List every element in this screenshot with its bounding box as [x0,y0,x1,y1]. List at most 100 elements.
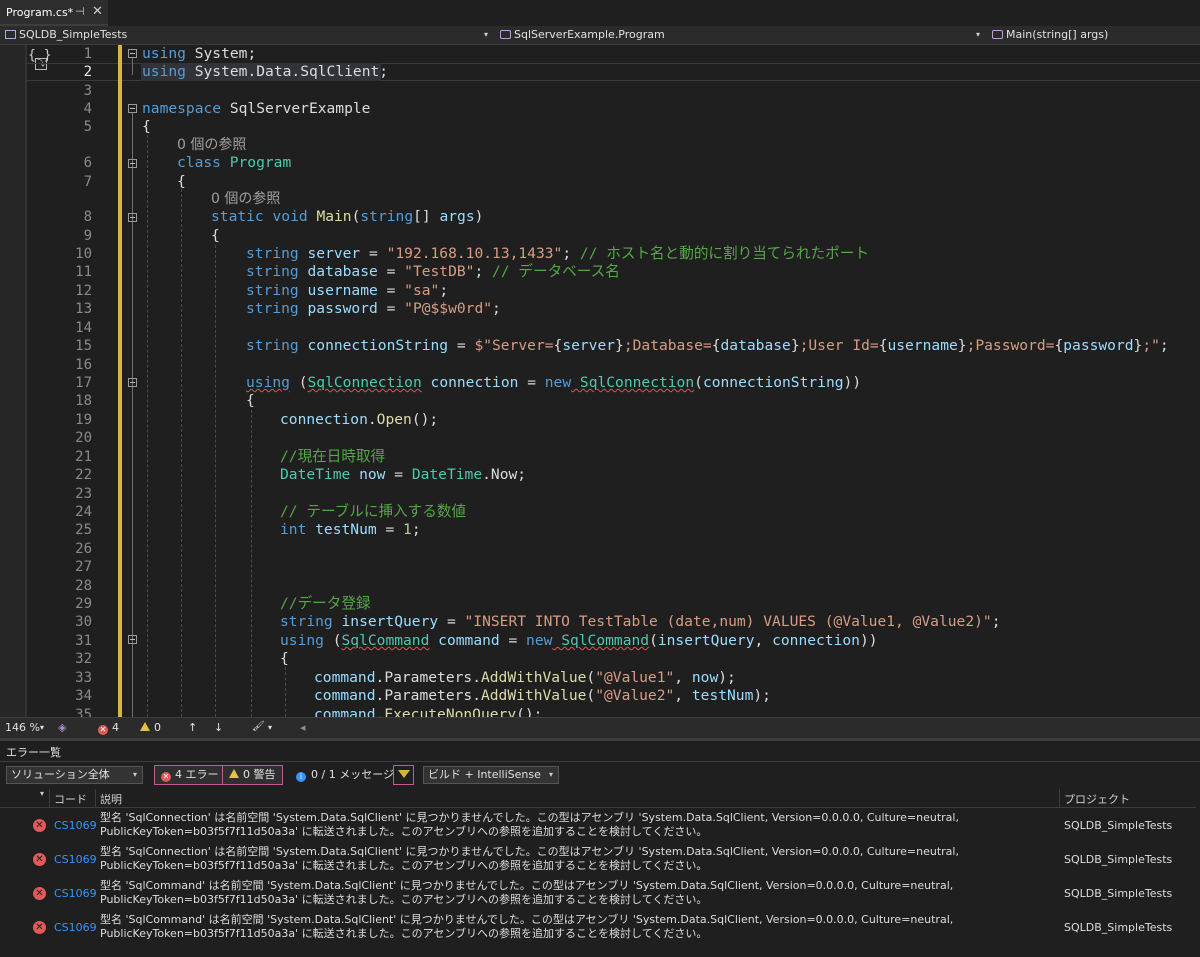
table-row[interactable]: ✕ CS1069 型名 'SqlConnection' は名前空間 'Syste… [0,843,1196,877]
code-line-9[interactable]: { [211,227,220,245]
codelens-references[interactable]: 0 個の参照 [211,190,280,208]
column-separator[interactable] [49,789,50,807]
code-line-24[interactable]: // テーブルに挿入する数値 [280,503,466,521]
line-number: 9 [83,228,92,244]
error-code-link[interactable]: CS1069 [54,853,97,866]
line-number: 15 [75,338,92,354]
collapse-icon[interactable] [128,213,137,222]
code-cleanup-icon[interactable]: 🖌 [252,721,265,732]
code-line-21[interactable]: //現在日時取得 [280,448,385,466]
code-editor[interactable]: { } ⤵ 1 2 3 4 5 6 7 8 9 10 11 12 13 14 15 16 17 18 19 20 21 2… [0,45,1200,717]
previous-issue-button[interactable]: ↑ [188,721,197,734]
class-icon [500,30,511,39]
code-line-2[interactable]: using System.Data.SqlClient; [142,63,388,81]
chevron-down-icon[interactable]: ▾ [40,723,44,732]
line-number: 34 [75,688,92,704]
code-line-6[interactable]: class Program [177,154,291,172]
class-dropdown[interactable]: SqlServerExample.Program [500,26,665,44]
code-line-34[interactable]: command.Parameters.AddWithValue("@Value2… [314,687,771,705]
code-line-15[interactable]: string connectionString = $"Server={serv… [246,337,1169,355]
column-header-code[interactable]: コード [54,791,87,807]
collapse-icon[interactable] [128,378,137,387]
indent-guide [285,667,286,717]
code-line-10[interactable]: string server = "192.168.10.13,1433"; //… [246,245,869,263]
chevron-down-icon[interactable]: ▾ [484,26,488,44]
error-project: SQLDB_SimpleTests [1064,819,1173,832]
warning-count-indicator[interactable]: 0 [140,721,161,734]
error-code-link[interactable]: CS1069 [54,819,97,832]
member-dropdown[interactable]: Main(string[] args) [992,26,1108,44]
error-list-title: エラー一覧 [6,746,61,759]
line-number: 5 [83,119,92,135]
code-line-4[interactable]: namespace SqlServerExample [142,100,370,118]
warning-icon [229,769,239,778]
error-count-indicator[interactable]: ✕ 4 [98,721,119,735]
chevron-down-icon[interactable]: ▾ [268,723,272,732]
messages-filter-button[interactable]: i0 / 1 メッセージ [289,765,401,785]
code-line-1[interactable]: using System; [142,45,256,63]
code-line-32[interactable]: { [280,650,289,668]
build-scope-value: ビルド + IntelliSense [428,768,541,781]
next-issue-button[interactable]: ↓ [214,721,223,734]
column-header-description[interactable]: 説明 [100,791,122,807]
errors-filter-button[interactable]: ✕ 4 エラー [154,765,226,785]
line-number: 33 [75,670,92,686]
column-separator[interactable] [1059,789,1060,807]
table-row[interactable]: ✕ CS1069 型名 'SqlCommand' は名前空間 'System.D… [0,911,1196,945]
sort-icon[interactable]: ▾ [40,789,44,798]
line-number: 16 [75,357,92,373]
error-icon: ✕ [33,921,46,934]
code-line-19[interactable]: connection.Open(); [280,411,438,429]
code-line-11[interactable]: string database = "TestDB"; // データベース名 [246,263,620,281]
code-line-29[interactable]: //データ登録 [280,595,371,613]
code-line-13[interactable]: string password = "P@$$w0rd"; [246,300,501,318]
code-line-12[interactable]: string username = "sa"; [246,282,448,300]
code-line-33[interactable]: command.Parameters.AddWithValue("@Value1… [314,669,736,687]
line-number: 18 [75,393,92,409]
zoom-level[interactable]: 146 % [5,721,40,734]
error-description: 型名 'SqlConnection' は名前空間 'System.Data.Sq… [100,845,959,872]
code-line-17[interactable]: using (SqlConnection connection = new Sq… [246,374,861,392]
error-icon: ✕ [161,772,171,782]
chevron-down-icon[interactable]: ▾ [976,26,980,44]
tab-program-cs[interactable]: Program.cs* ⊣ ✕ [0,0,108,26]
divider [0,761,1200,762]
code-line-8[interactable]: static void Main(string[] args) [211,208,483,226]
line-number: 10 [75,246,92,262]
table-row[interactable]: ✕ CS1069 型名 'SqlConnection' は名前空間 'Syste… [0,809,1196,843]
error-description: 型名 'SqlConnection' は名前空間 'System.Data.Sq… [100,811,959,838]
code-line-31[interactable]: using (SqlCommand command = new SqlComma… [280,632,878,650]
code-line-22[interactable]: DateTime now = DateTime.Now; [280,466,526,484]
collapse-icon[interactable] [128,104,137,113]
warnings-filter-button[interactable]: 0 警告 [222,765,283,785]
indent-guide [181,189,182,717]
line-number: 27 [75,559,92,575]
copilot-icon[interactable]: ◈ [58,721,66,734]
build-scope-dropdown[interactable]: ビルド + IntelliSense ▾ [423,766,559,784]
code-line-5[interactable]: { [142,118,151,136]
line-number: 17 [75,375,92,391]
change-tracking-bar [118,45,122,717]
collapse-icon[interactable] [128,635,137,644]
code-line-25[interactable]: int testNum = 1; [280,521,421,539]
column-header-project[interactable]: プロジェクト [1064,791,1130,807]
filter-icon[interactable] [393,765,414,785]
collapse-icon[interactable] [128,49,137,58]
chevron-down-icon: ▾ [548,770,553,779]
code-line-18[interactable]: { [246,392,255,410]
table-row[interactable]: ✕ CS1069 型名 'SqlCommand' は名前空間 'System.D… [0,877,1196,911]
code-line-7[interactable]: { [177,173,186,191]
error-code-link[interactable]: CS1069 [54,887,97,900]
collapse-icon[interactable] [128,159,137,168]
pin-icon[interactable]: ⊣ [75,5,85,18]
scope-dropdown[interactable]: ソリューション全体 ▾ [6,766,143,784]
code-line-35[interactable]: command.ExecuteNonQuery(); [314,706,542,717]
scroll-left-icon[interactable]: ◂ [300,721,306,734]
codelens-references[interactable]: 0 個の参照 [177,136,246,154]
code-line-30[interactable]: string insertQuery = "INSERT INTO TestTa… [280,613,1000,631]
close-icon[interactable]: ✕ [92,4,103,19]
project-dropdown[interactable]: SQLDB_SimpleTests [5,26,127,44]
column-separator[interactable] [95,789,96,807]
error-code-link[interactable]: CS1069 [54,921,97,934]
line-number: 14 [75,320,92,336]
